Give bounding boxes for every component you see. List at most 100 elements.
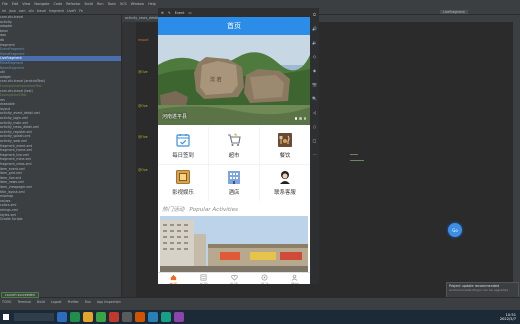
folder-icon[interactable] <box>83 312 93 322</box>
breadcrumb-item[interactable]: java <box>9 9 16 13</box>
feature-grid: 每日签到 超市 餐饮 影视娱乐 酒店 联系客服 <box>158 127 310 201</box>
emulator-control-button[interactable]: ○ <box>313 124 317 129</box>
emulator-title-item[interactable]: ✎ <box>168 11 171 15</box>
banner-page-indicator <box>294 117 306 120</box>
project-tree-panel: com.zilv.travel activity adapter bean da… <box>0 15 122 305</box>
emulator-control-button[interactable]: ◁ <box>313 110 316 115</box>
app-icon[interactable] <box>122 312 132 322</box>
nav-label: 我的 <box>290 281 299 285</box>
phone-screen: 首页 沈 岩 河南遂平县 每日签到 超市 餐饮 影视娱乐 酒店 联系客服 热门活… <box>158 17 310 284</box>
desktop: File Edit View Navigate Code Refactor Build Run… <box>0 0 520 324</box>
ide-notification[interactable]: Project update recommended Android Gradl… <box>446 282 519 298</box>
breadcrumb-item[interactable]: com <box>19 9 26 13</box>
tool-window-button[interactable]: Build <box>37 300 45 304</box>
banner-dot[interactable] <box>299 117 302 120</box>
grid-item-entertainment[interactable]: 影视娱乐 <box>158 164 208 201</box>
emulator-title-item[interactable]: ⊕ <box>161 11 164 15</box>
menu-item[interactable]: Refactor <box>66 2 80 6</box>
menu-item[interactable]: File <box>2 2 8 6</box>
tool-window-button[interactable]: App Inspection <box>97 300 121 304</box>
home-icon <box>170 274 176 280</box>
menu-item[interactable]: Window <box>131 2 144 6</box>
launch-toast: Launch succeeded <box>1 292 39 298</box>
banner-dot[interactable] <box>303 117 306 120</box>
breadcrumb-item[interactable]: Fe <box>79 9 83 13</box>
emulator-control-button[interactable]: ⋯ <box>313 152 317 157</box>
nav-item-home[interactable]: 首页 <box>158 273 188 284</box>
tool-window-button[interactable]: Logcat <box>51 300 62 304</box>
emulator-side-controls: ⏻ 🔊 🔉 ◇ ◈ 📷 🔍 ◁ ○ □ ⋯ <box>310 8 319 284</box>
app-icon[interactable] <box>174 312 184 322</box>
breadcrumb-item[interactable]: ml <box>2 9 6 13</box>
taskbar-search[interactable] <box>14 313 54 321</box>
emulator-control-button[interactable]: 🔊 <box>312 26 317 31</box>
emulator-title-item[interactable]: Event <box>175 11 185 15</box>
breadcrumb-item[interactable]: LiveFr <box>67 9 76 13</box>
browser-icon[interactable] <box>70 312 80 322</box>
project-tree-item[interactable]: Gradle Scripts <box>0 217 121 222</box>
tool-window-button[interactable]: Profiler <box>68 300 79 304</box>
menu-item[interactable]: Build <box>84 2 93 6</box>
code-line: @Ove <box>138 135 148 139</box>
event-icon <box>261 274 268 280</box>
windows-logo-icon <box>3 314 9 320</box>
breadcrumb-item[interactable]: fragment <box>49 9 64 13</box>
banner-dot[interactable] <box>294 117 297 120</box>
run-configuration-select[interactable]: LiveFragment <box>440 9 468 14</box>
start-button[interactable] <box>0 310 12 324</box>
menu-item[interactable]: Run <box>97 2 104 6</box>
grid-item-label: 餐饮 <box>279 152 291 159</box>
banner-carousel[interactable]: 沈 岩 河南遂平县 <box>158 35 310 125</box>
tool-window-button[interactable]: Terminal <box>17 300 30 304</box>
grid-item-supermarket[interactable]: 超市 <box>209 127 259 164</box>
breadcrumb-item[interactable]: zilv <box>29 9 34 13</box>
menu-item[interactable]: Edit <box>12 2 19 6</box>
editor-code-area[interactable] <box>320 22 513 297</box>
menu-item[interactable]: VCS <box>120 2 127 6</box>
ide-bottom-tool-bar: TODO Terminal Build Logcat Profiler Run App In… <box>0 297 520 305</box>
emulator-control-button[interactable]: 📷 <box>312 82 317 87</box>
bottom-navigation: 首页 新闻 生活 活动 我的 <box>158 272 310 284</box>
file-explorer-icon[interactable] <box>57 312 67 322</box>
emulator-title-item[interactable]: ▭ <box>188 11 191 15</box>
menu-item[interactable]: View <box>22 2 30 6</box>
nav-item-mine[interactable]: 我的 <box>280 273 310 284</box>
emulator-control-button[interactable]: 🔍 <box>312 96 317 101</box>
emulator-control-button[interactable]: 🔉 <box>312 40 317 45</box>
app-icon[interactable] <box>161 312 171 322</box>
emulator-control-button[interactable]: ◈ <box>313 68 316 73</box>
calendar-icon <box>176 133 190 147</box>
nav-item-life[interactable]: 生活 <box>219 273 249 284</box>
emulator-control-button[interactable]: ⏻ <box>313 12 316 17</box>
grid-item-customer-service[interactable]: 联系客服 <box>260 164 310 201</box>
section-title: 热门活动 Popular Activities <box>162 205 238 213</box>
floating-action-button[interactable]: Go <box>448 223 462 237</box>
tool-window-button[interactable]: TODO <box>2 300 11 304</box>
app-icon[interactable] <box>148 312 158 322</box>
app-icon[interactable] <box>109 312 119 322</box>
emulator-control-button[interactable]: □ <box>313 138 317 143</box>
android-studio-icon[interactable] <box>96 312 106 322</box>
breadcrumb-item[interactable]: travel <box>37 9 46 13</box>
grid-item-sign-in[interactable]: 每日签到 <box>158 127 208 164</box>
code-line: @Ove <box>138 104 148 108</box>
nav-label: 新闻 <box>199 281 208 285</box>
emulator-control-button[interactable]: ◇ <box>313 54 316 59</box>
menu-item[interactable]: Code <box>54 2 63 6</box>
menu-item[interactable]: Navigate <box>34 2 49 6</box>
menu-item[interactable]: Tools <box>107 2 115 6</box>
grid-item-dining[interactable]: 餐饮 <box>260 127 310 164</box>
grid-item-hotel[interactable]: 酒店 <box>209 164 259 201</box>
windows-taskbar: 10:51 2022/5/7 <box>0 310 520 324</box>
activity-card[interactable] <box>160 216 308 273</box>
taskbar-clock[interactable]: 10:51 2022/5/7 <box>500 313 516 322</box>
tool-window-button[interactable]: Run <box>85 300 91 304</box>
nav-item-news[interactable]: 新闻 <box>188 273 218 284</box>
page-title: 首页 <box>227 22 241 30</box>
grid-item-label: 联系客服 <box>274 190 296 197</box>
nav-item-events[interactable]: 活动 <box>249 273 279 284</box>
news-icon <box>200 274 207 280</box>
section-title-cn: 热门活动 <box>162 207 185 213</box>
menu-item[interactable]: Help <box>148 2 156 6</box>
app-icon[interactable] <box>135 312 145 322</box>
